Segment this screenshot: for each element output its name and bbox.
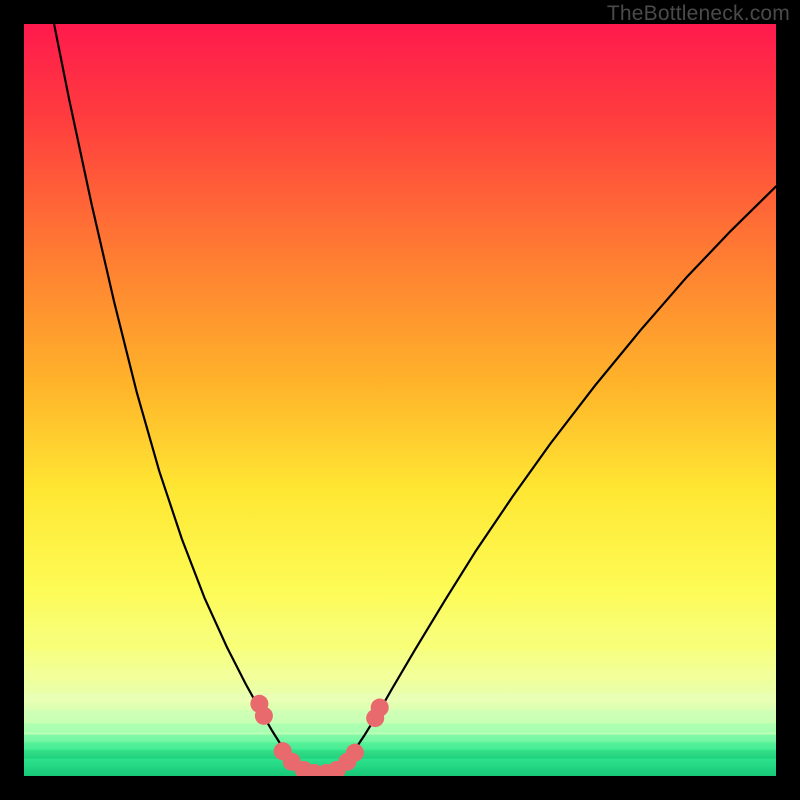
chart-svg: [24, 24, 776, 776]
plot-area: [24, 24, 776, 776]
outer-frame: TheBottleneck.com: [0, 0, 800, 800]
watermark-text: TheBottleneck.com: [607, 2, 790, 26]
